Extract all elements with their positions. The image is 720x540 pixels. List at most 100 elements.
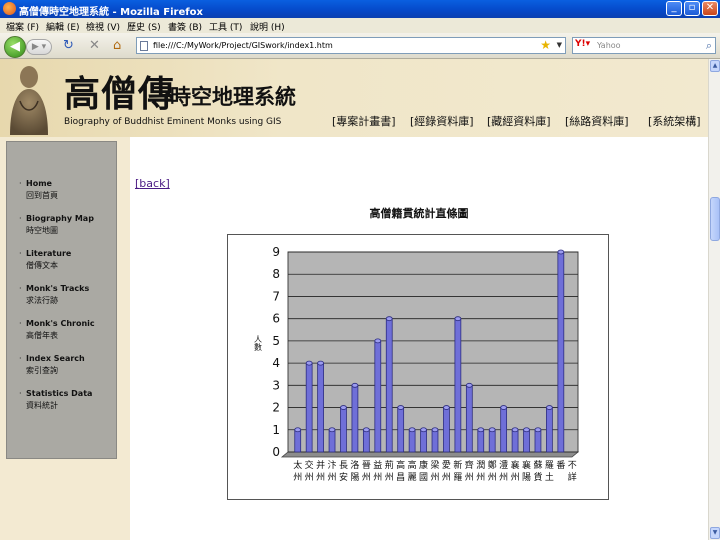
bar — [511, 429, 519, 453]
menu-item[interactable]: 歷史 (S) — [127, 20, 161, 33]
home-icon[interactable]: ⌂ — [113, 39, 121, 53]
x-tick-label: 貨 — [533, 471, 542, 483]
sidebar-item[interactable]: · Literature 僧傳文本 — [19, 248, 71, 272]
menu-item[interactable]: 檢視 (V) — [86, 20, 120, 33]
x-tick-label: 愛 — [442, 459, 451, 471]
bullet-icon: · — [19, 249, 22, 258]
monk-portrait-icon — [10, 66, 48, 135]
sidebar-item-label: Monk's Tracks — [26, 284, 90, 293]
bookmark-star-icon[interactable]: ★ — [540, 38, 551, 53]
menu-item[interactable]: 書簽 (B) — [168, 20, 202, 33]
search-icon[interactable]: ⌕ — [706, 39, 712, 53]
x-tick-label: 州 — [499, 472, 508, 483]
bar-top — [523, 427, 530, 433]
sidebar-item[interactable]: · Biography Map 時空地圖 — [19, 213, 94, 237]
scroll-down-icon[interactable]: ▼ — [710, 527, 720, 539]
menu-item[interactable]: 工具 (T) — [209, 20, 242, 33]
x-tick-label: 新 — [453, 459, 462, 471]
vertical-scrollbar[interactable]: ▲ ▼ — [708, 59, 720, 540]
site-logo-subtitle: 時空地理系統 — [170, 84, 296, 109]
y-tick-label: 9 — [272, 245, 280, 259]
bar — [454, 318, 462, 453]
bar — [443, 407, 450, 453]
topnav-silk-road-db[interactable]: [絲路資料庫] — [565, 113, 629, 129]
x-tick-label: 襄 — [511, 459, 520, 471]
yahoo-icon[interactable]: Y!▾ — [575, 39, 590, 49]
topnav-system-architecture[interactable]: [系統架構] — [648, 113, 701, 129]
menu-bar: 檔案 (F) 編輯 (E) 檢視 (V) 歷史 (S) 書簽 (B) 工具 (T) 說明 (… — [0, 18, 720, 33]
x-tick-label: 州 — [511, 472, 520, 483]
y-tick-label: 0 — [272, 445, 280, 459]
sidebar-item[interactable]: · Monk's Tracks 求法行跡 — [19, 283, 89, 307]
x-tick-label: 交 — [305, 459, 314, 471]
bar — [340, 407, 347, 453]
back-link[interactable]: [back] — [135, 177, 170, 190]
bar — [294, 429, 302, 453]
sidebar-item[interactable]: · Monk's Chronic 高僧年表 — [19, 318, 95, 342]
bar — [477, 429, 485, 453]
x-tick-label: 番 — [556, 459, 565, 471]
bullet-icon: · — [19, 214, 22, 223]
chart-title: 高僧籍貫統計直條圖 — [369, 207, 469, 220]
window-title: 高僧傳時空地理系統 - Mozilla Firefox — [19, 7, 203, 18]
y-tick-label: 7 — [272, 289, 280, 303]
sidebar-item[interactable]: · Index Search 索引查詢 — [19, 353, 85, 377]
menu-item[interactable]: 說明 (H) — [250, 20, 285, 33]
y-axis-label: 人數 — [254, 335, 263, 352]
bar-top — [328, 427, 336, 433]
bar — [534, 429, 542, 453]
topnav-project-plan[interactable]: [專案計畫書] — [332, 113, 396, 129]
bar — [488, 429, 496, 453]
sidebar-item-sublabel: 資料統計 — [26, 401, 58, 410]
x-tick-label: 州 — [362, 472, 371, 483]
forward-arrow-icon[interactable]: ▶ ▾ — [26, 39, 52, 55]
menu-item[interactable]: 檔案 (F) — [6, 20, 39, 33]
bar-top — [431, 427, 439, 433]
scroll-up-icon[interactable]: ▲ — [710, 60, 720, 72]
sidebar-item-sublabel: 回到首頁 — [26, 191, 58, 200]
sidebar-item-label: Home — [26, 179, 52, 188]
x-tick-label: 州 — [385, 472, 394, 483]
x-tick-label: 州 — [476, 472, 485, 483]
chevron-down-icon[interactable]: ▼ — [557, 38, 562, 53]
plot-floor — [280, 451, 580, 458]
bar-top — [351, 382, 359, 388]
y-tick-label: 5 — [272, 334, 280, 348]
y-tick-label: 1 — [272, 423, 280, 437]
bar — [385, 318, 393, 453]
sidebar-item[interactable]: · Statistics Data 資料統計 — [19, 388, 92, 412]
topnav-canon-db[interactable]: [藏經資料庫] — [487, 113, 551, 129]
bullet-icon: · — [19, 284, 22, 293]
x-tick-label: 州 — [328, 472, 337, 483]
close-button[interactable]: ✕ — [702, 1, 718, 16]
minimize-button[interactable]: _ — [666, 1, 682, 16]
sidebar-item[interactable]: · Home 回到首頁 — [19, 178, 58, 202]
sidebar-item-sublabel: 僧傳文本 — [26, 261, 58, 270]
bar — [362, 429, 370, 453]
x-tick-label: 詳 — [568, 471, 577, 483]
site-banner: 高僧傳 時空地理系統 Biography of Buddhist Eminent… — [0, 59, 708, 137]
search-input[interactable]: Y!▾ Yahoo ⌕ — [572, 37, 716, 54]
bar — [500, 407, 508, 453]
topnav-sutra-catalog-db[interactable]: [經錄資料庫] — [410, 113, 474, 129]
main-panel: [back] 高僧籍貫統計直條圖 0 1 2 3 4 5 6 7 8 9 人數太州交州并州汴州長安洛… — [130, 137, 708, 540]
y-tick-label: 4 — [272, 356, 280, 370]
maximize-button[interactable]: ▫ — [684, 1, 700, 16]
menu-item[interactable]: 編輯 (E) — [46, 20, 80, 33]
bullet-icon: · — [19, 319, 22, 328]
x-tick-label: 州 — [488, 472, 497, 483]
address-bar[interactable]: file:///C:/MyWork/Project/GISwork/index1… — [136, 37, 566, 54]
bar-top — [340, 405, 347, 410]
scrollbar-thumb[interactable] — [710, 197, 720, 241]
bar-top — [408, 427, 416, 433]
reload-icon[interactable]: ↻ — [63, 39, 74, 53]
window-titlebar: 高僧傳時空地理系統 - Mozilla Firefox _ ▫ ✕ — [0, 0, 720, 18]
x-tick-label: 襄 — [522, 459, 531, 471]
bar-top — [454, 316, 462, 322]
x-tick-label: 澧 — [499, 459, 508, 471]
back-arrow-icon[interactable]: ◀ — [4, 36, 26, 58]
stop-icon[interactable]: ✕ — [89, 39, 100, 53]
bar-top — [488, 427, 496, 433]
sidebar-item-label: Biography Map — [26, 214, 94, 223]
bar-top — [420, 427, 427, 433]
